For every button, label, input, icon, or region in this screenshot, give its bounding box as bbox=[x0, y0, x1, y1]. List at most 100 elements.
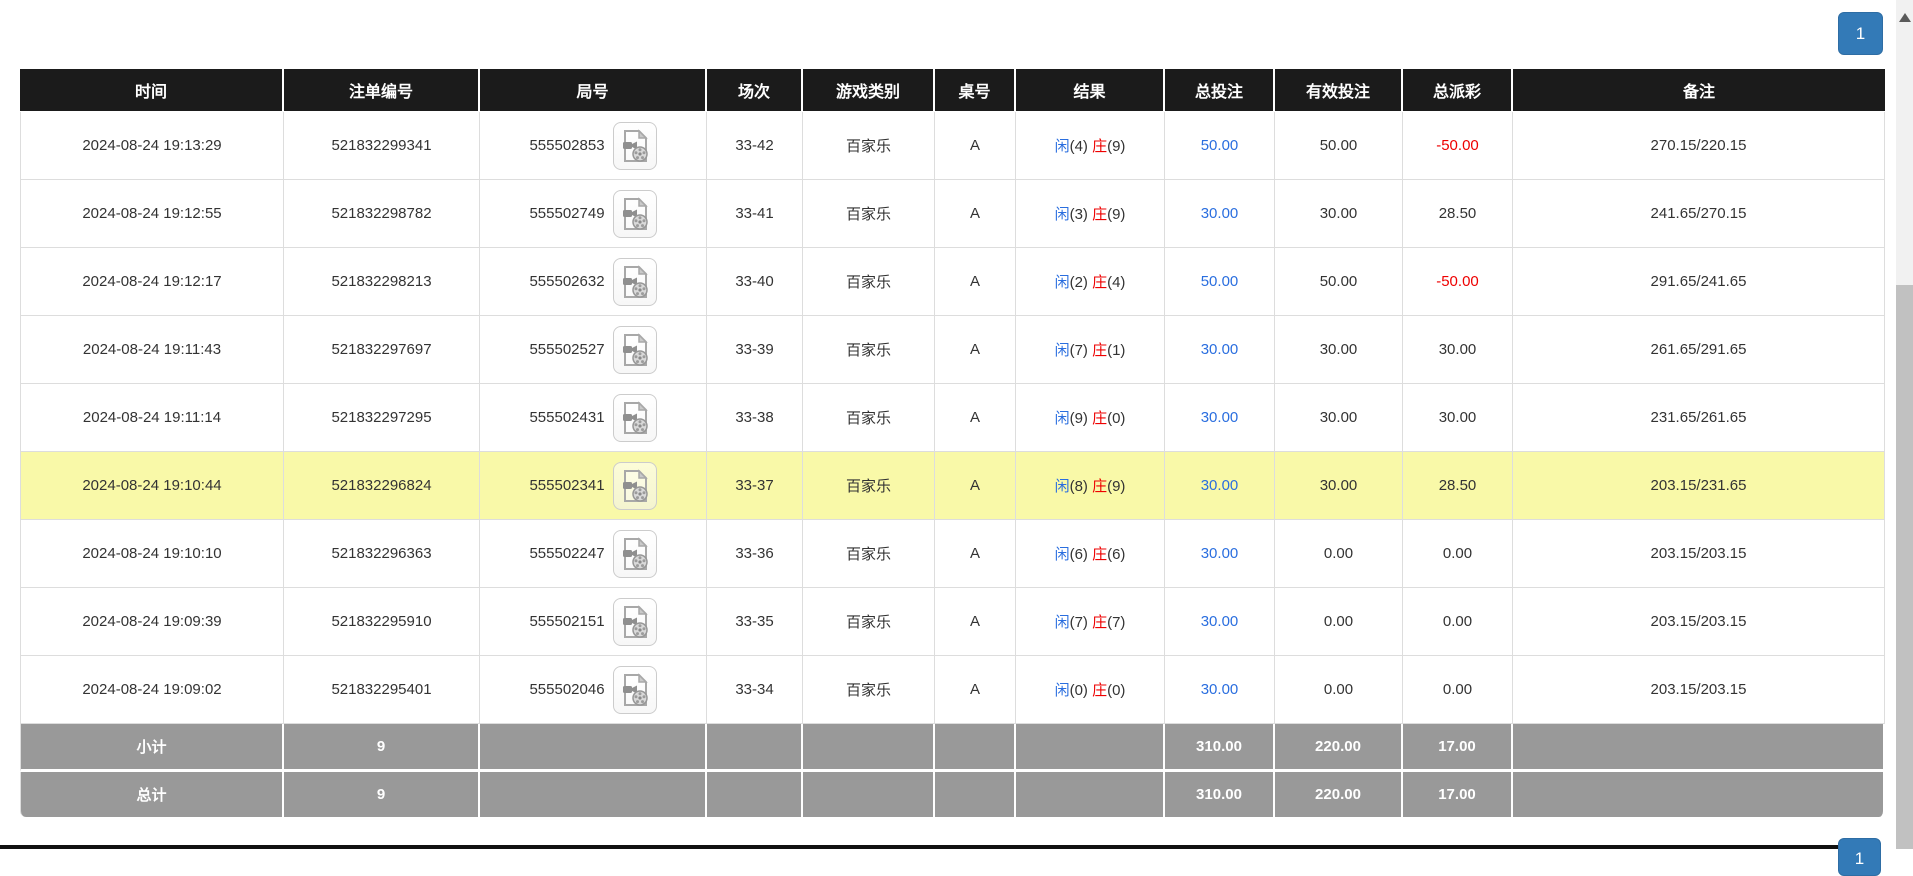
vertical-scrollbar[interactable] bbox=[1896, 0, 1913, 849]
total-bet-link[interactable]: 30.00 bbox=[1201, 545, 1239, 562]
summary-cell-remark bbox=[1513, 724, 1885, 772]
total-bet-link[interactable]: 30.00 bbox=[1201, 341, 1239, 358]
video-replay-button[interactable] bbox=[613, 598, 657, 646]
round-number: 555502853 bbox=[529, 137, 604, 154]
scrollbar-up-arrow-icon[interactable] bbox=[1899, 13, 1911, 22]
video-file-icon bbox=[620, 469, 650, 503]
result-player-label: 闲 bbox=[1055, 546, 1070, 563]
video-replay-button[interactable] bbox=[613, 122, 657, 170]
result-banker-score: (9) bbox=[1107, 478, 1125, 495]
cell-remark: 203.15/203.15 bbox=[1513, 656, 1885, 724]
video-replay-button[interactable] bbox=[613, 258, 657, 306]
cell-result: 闲(7) 庄(1) bbox=[1016, 316, 1165, 384]
summary-cell-total_bet: 310.00 bbox=[1165, 772, 1275, 817]
total-bet-link[interactable]: 50.00 bbox=[1201, 137, 1239, 154]
result-player-label: 闲 bbox=[1055, 206, 1070, 223]
cell-game-type: 百家乐 bbox=[803, 656, 935, 724]
video-replay-button[interactable] bbox=[613, 666, 657, 714]
col-header-remark: 备注 bbox=[1513, 69, 1885, 112]
cell-game-type: 百家乐 bbox=[803, 452, 935, 520]
cell-game-type: 百家乐 bbox=[803, 520, 935, 588]
cell-remark: 241.65/270.15 bbox=[1513, 180, 1885, 248]
result-banker-label: 庄 bbox=[1092, 478, 1107, 495]
result-player-score: (9) bbox=[1070, 410, 1093, 427]
result-player-score: (0) bbox=[1070, 682, 1093, 699]
total-bet-link[interactable]: 50.00 bbox=[1201, 273, 1239, 290]
summary-cell-result bbox=[1016, 724, 1165, 772]
summary-cell-valid_bet: 220.00 bbox=[1275, 724, 1403, 772]
cell-session: 33-38 bbox=[707, 384, 803, 452]
cell-remark: 203.15/203.15 bbox=[1513, 520, 1885, 588]
cell-remark: 270.15/220.15 bbox=[1513, 112, 1885, 180]
cell-bet-id: 521832298782 bbox=[284, 180, 480, 248]
cell-session: 33-41 bbox=[707, 180, 803, 248]
summary-cell-remark bbox=[1513, 772, 1885, 817]
cell-game-type: 百家乐 bbox=[803, 248, 935, 316]
cell-bet-id: 521832299341 bbox=[284, 112, 480, 180]
cell-valid-bet: 30.00 bbox=[1275, 452, 1403, 520]
cell-total-payout: 0.00 bbox=[1403, 656, 1513, 724]
scrollbar-thumb[interactable] bbox=[1896, 285, 1913, 849]
video-replay-button[interactable] bbox=[613, 190, 657, 238]
cell-game-type: 百家乐 bbox=[803, 180, 935, 248]
bet-history-table: 时间注单编号局号场次游戏类别桌号结果总投注有效投注总派彩备注 2024-08-2… bbox=[20, 69, 1885, 817]
cell-time: 2024-08-24 19:11:14 bbox=[20, 384, 284, 452]
cell-result: 闲(4) 庄(9) bbox=[1016, 112, 1165, 180]
round-number: 555502247 bbox=[529, 545, 604, 562]
cell-total-payout: 0.00 bbox=[1403, 520, 1513, 588]
summary-cell-time: 小计 bbox=[20, 724, 284, 772]
col-header-game_type: 游戏类别 bbox=[803, 69, 935, 112]
cell-table-no: A bbox=[935, 316, 1016, 384]
cell-result: 闲(6) 庄(6) bbox=[1016, 520, 1165, 588]
pagination-page-1-bottom[interactable]: 1 bbox=[1838, 838, 1881, 876]
cell-round: 555502853 bbox=[480, 112, 707, 180]
summary-cell-total_payout: 17.00 bbox=[1403, 724, 1513, 772]
summary-cell-bet_id: 9 bbox=[284, 772, 480, 817]
footer-edge-bar bbox=[0, 845, 1838, 849]
cell-round: 555502341 bbox=[480, 452, 707, 520]
video-replay-button[interactable] bbox=[613, 394, 657, 442]
summary-cell-valid_bet: 220.00 bbox=[1275, 772, 1403, 817]
cell-total-bet: 30.00 bbox=[1165, 316, 1275, 384]
pagination-page-1-top[interactable]: 1 bbox=[1838, 12, 1883, 55]
video-replay-button[interactable] bbox=[613, 326, 657, 374]
cell-game-type: 百家乐 bbox=[803, 316, 935, 384]
cell-table-no: A bbox=[935, 520, 1016, 588]
cell-game-type: 百家乐 bbox=[803, 384, 935, 452]
cell-session: 33-35 bbox=[707, 588, 803, 656]
col-header-total_bet: 总投注 bbox=[1165, 69, 1275, 112]
result-banker-label: 庄 bbox=[1092, 274, 1107, 291]
round-number: 555502046 bbox=[529, 681, 604, 698]
summary-cell-round bbox=[480, 772, 707, 817]
result-player-score: (8) bbox=[1070, 478, 1093, 495]
round-number: 555502431 bbox=[529, 409, 604, 426]
cell-remark: 231.65/261.65 bbox=[1513, 384, 1885, 452]
grand-total-row: 总计9310.00220.0017.00 bbox=[20, 772, 1885, 817]
cell-total-payout: 0.00 bbox=[1403, 588, 1513, 656]
cell-total-payout: 28.50 bbox=[1403, 452, 1513, 520]
video-file-icon bbox=[620, 265, 650, 299]
total-bet-link[interactable]: 30.00 bbox=[1201, 477, 1239, 494]
cell-table-no: A bbox=[935, 112, 1016, 180]
cell-total-payout: -50.00 bbox=[1403, 248, 1513, 316]
col-header-bet_id: 注单编号 bbox=[284, 69, 480, 112]
total-bet-link[interactable]: 30.00 bbox=[1201, 681, 1239, 698]
video-replay-button[interactable] bbox=[613, 462, 657, 510]
total-bet-link[interactable]: 30.00 bbox=[1201, 613, 1239, 630]
total-bet-link[interactable]: 30.00 bbox=[1201, 409, 1239, 426]
total-bet-link[interactable]: 30.00 bbox=[1201, 205, 1239, 222]
summary-cell-bet_id: 9 bbox=[284, 724, 480, 772]
cell-session: 33-37 bbox=[707, 452, 803, 520]
result-player-label: 闲 bbox=[1055, 274, 1070, 291]
cell-result: 闲(7) 庄(7) bbox=[1016, 588, 1165, 656]
summary-cell-session bbox=[707, 772, 803, 817]
summary-cell-session bbox=[707, 724, 803, 772]
result-player-score: (6) bbox=[1070, 546, 1093, 563]
result-banker-label: 庄 bbox=[1092, 682, 1107, 699]
result-player-score: (7) bbox=[1070, 342, 1093, 359]
video-replay-button[interactable] bbox=[613, 530, 657, 578]
cell-total-bet: 50.00 bbox=[1165, 248, 1275, 316]
col-header-time: 时间 bbox=[20, 69, 284, 112]
bet-row: 2024-08-24 19:12:17521832298213555502632… bbox=[20, 248, 1885, 316]
cell-round: 555502046 bbox=[480, 656, 707, 724]
